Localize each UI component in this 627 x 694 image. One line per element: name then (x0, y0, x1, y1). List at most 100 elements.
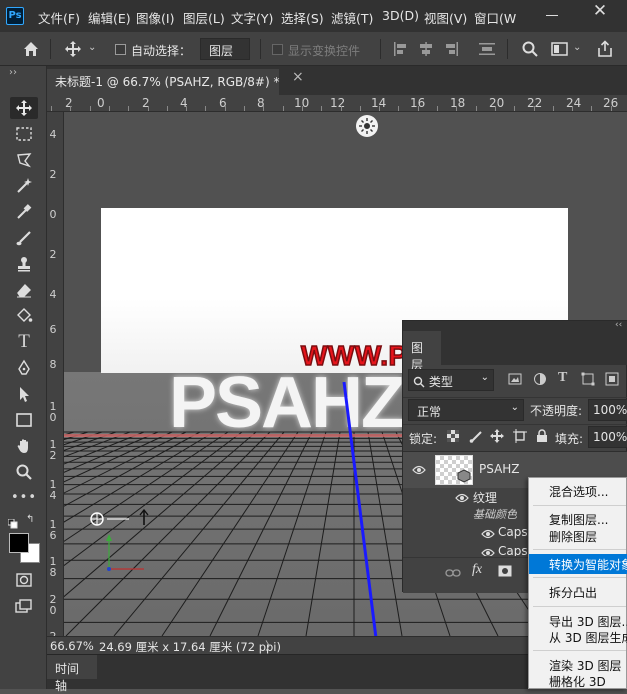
ruler-h-label: 0 (97, 96, 105, 110)
workspace-icon[interactable] (551, 41, 569, 60)
default-colors-icon[interactable] (7, 518, 18, 529)
layer-filter-dropdown[interactable]: 类型 ⌄ (408, 369, 494, 391)
move-tool-icon[interactable] (10, 97, 38, 119)
lock-label: 锁定: (409, 432, 438, 446)
menu-edit[interactable]: 编辑(E) (88, 8, 131, 27)
blend-mode-dropdown[interactable]: 正常 ⌄ (408, 399, 524, 421)
zoom-level[interactable]: 66.67% (50, 639, 94, 653)
ruler-h-label: 12 (330, 96, 346, 110)
light-icon[interactable] (356, 115, 378, 137)
ruler-h-label: 20 (489, 96, 505, 110)
3d-axis-widget[interactable] (89, 508, 159, 582)
lock-pixels-icon[interactable] (469, 429, 483, 446)
menu-type[interactable]: 文字(Y) (231, 8, 273, 27)
visibility-eye-icon[interactable] (481, 547, 495, 556)
ruler-v-label: 1 2 (49, 438, 57, 462)
menu-view[interactable]: 视图(V) (424, 8, 467, 27)
magic-wand-tool-icon[interactable] (10, 175, 38, 197)
move-tool-icon[interactable] (64, 40, 82, 61)
menu-3d[interactable]: 3D(D) (382, 8, 419, 23)
menu-item-rasterize-3d[interactable]: 栅格化 3D (529, 671, 627, 691)
menu-file[interactable]: 文件(F) (38, 8, 80, 27)
align-center-icon[interactable] (418, 41, 434, 60)
filter-adjustment-icon[interactable] (533, 372, 547, 389)
photoshop-logo: Ps (6, 7, 24, 25)
share-icon[interactable] (596, 40, 614, 61)
menu-item-generate-from-3d[interactable]: 从 3D 图层生成 (529, 627, 627, 647)
menu-window[interactable]: 窗口(W (474, 8, 516, 27)
foreground-color-swatch[interactable] (9, 533, 29, 553)
align-right-icon[interactable] (443, 41, 459, 60)
3d-layer-icon (457, 469, 471, 483)
menu-item-delete-layer[interactable]: 删除图层 (529, 526, 627, 546)
collapse-icon[interactable]: ›› (9, 67, 17, 78)
filter-shape-icon[interactable] (581, 372, 595, 389)
timeline-tab[interactable]: 时间轴 (47, 655, 97, 693)
filter-smart-object-icon[interactable] (605, 372, 619, 389)
menu-filter[interactable]: 滤镜(T) (331, 8, 373, 27)
collapse-icon[interactable]: ‹‹ (615, 320, 622, 330)
align-left-icon[interactable] (393, 41, 409, 60)
menu-bar: Ps 文件(F) 编辑(E) 图像(I) 图层(L) 文字(Y) 选择(S) 滤… (0, 0, 627, 32)
chevron-down-icon[interactable]: ⌄ (88, 42, 96, 53)
brush-tool-icon[interactable] (10, 227, 38, 249)
fx-icon[interactable]: fx (472, 562, 482, 578)
menu-image[interactable]: 图像(I) (136, 8, 174, 27)
minimize-button[interactable] (542, 6, 562, 26)
quick-mask-icon[interactable] (10, 569, 38, 591)
visibility-eye-icon[interactable] (412, 464, 426, 478)
horizontal-ruler: 2 0 2 4 6 8 10 12 14 16 18 20 22 24 26 (47, 95, 627, 112)
document-tab[interactable]: 未标题-1 @ 66.7% (PSAHZ, RGB/8#) * (47, 69, 279, 95)
lock-all-icon[interactable] (536, 429, 548, 446)
filter-pixel-icon[interactable] (508, 372, 522, 389)
menu-select[interactable]: 选择(S) (281, 8, 324, 27)
tab-close-icon[interactable]: × (292, 69, 304, 85)
lasso-tool-icon[interactable] (10, 149, 38, 171)
more-tools-icon[interactable]: ••• (10, 487, 38, 509)
type-tool-icon[interactable]: T (10, 331, 38, 353)
visibility-eye-icon[interactable] (455, 492, 469, 506)
eraser-tool-icon[interactable] (10, 279, 38, 301)
opacity-value: 100% (593, 403, 627, 417)
options-bar: ⌄ 自动选择： 图层 显示变换控件 ⌄ (0, 32, 627, 87)
lock-artboard-icon[interactable] (513, 429, 527, 446)
zoom-tool-icon[interactable] (10, 461, 38, 483)
home-icon[interactable] (22, 40, 40, 61)
auto-select-dropdown[interactable]: 图层 (200, 38, 250, 60)
stamp-tool-icon[interactable] (10, 253, 38, 275)
marquee-tool-icon[interactable] (10, 123, 38, 145)
opacity-input[interactable]: 100% (588, 399, 627, 421)
layer-filter-value: 类型 (428, 375, 453, 389)
paint-bucket-tool-icon[interactable] (10, 305, 38, 327)
add-mask-icon[interactable] (498, 565, 512, 580)
screen-mode-icon[interactable] (10, 595, 38, 617)
lock-position-icon[interactable] (490, 429, 504, 446)
ruler-h-label: 18 (450, 96, 466, 110)
swap-colors-icon[interactable]: ↰ (26, 514, 34, 525)
ruler-v-label: 2 0 (49, 593, 57, 617)
chevron-down-icon[interactable]: ⌄ (573, 42, 581, 53)
layers-tab[interactable]: 图层 (403, 331, 441, 372)
hand-tool-icon[interactable] (10, 435, 38, 457)
pen-tool-icon[interactable] (10, 357, 38, 379)
close-window-button[interactable]: ✕ (585, 0, 615, 22)
filter-type-icon[interactable]: T (558, 370, 567, 386)
document-tab-title: 未标题-1 @ 66.7% (PSAHZ, RGB/8#) * (55, 75, 280, 89)
status-arrow-icon[interactable]: 〉 (265, 638, 277, 654)
path-select-tool-icon[interactable] (10, 383, 38, 405)
menu-item-blending-options[interactable]: 混合选项... (529, 481, 627, 501)
link-layers-icon[interactable] (445, 567, 461, 581)
menu-layer[interactable]: 图层(L) (183, 8, 225, 27)
rectangle-tool-icon[interactable] (10, 409, 38, 431)
auto-select-checkbox[interactable] (115, 44, 126, 55)
fill-input[interactable]: 100% (588, 426, 627, 448)
visibility-eye-icon[interactable] (481, 528, 495, 542)
document-info: 24.69 厘米 x 17.64 厘米 (72 ppi) (99, 640, 281, 654)
menu-item-convert-to-smart-object[interactable]: 转换为智能对象 (529, 554, 627, 574)
show-transform-checkbox[interactable] (272, 44, 283, 55)
lock-transparent-icon[interactable] (447, 430, 459, 445)
distribute-icon[interactable] (478, 41, 496, 60)
eyedropper-tool-icon[interactable] (10, 201, 38, 223)
search-icon[interactable] (521, 40, 539, 61)
menu-item-split-extrusion[interactable]: 拆分凸出 (529, 582, 627, 602)
